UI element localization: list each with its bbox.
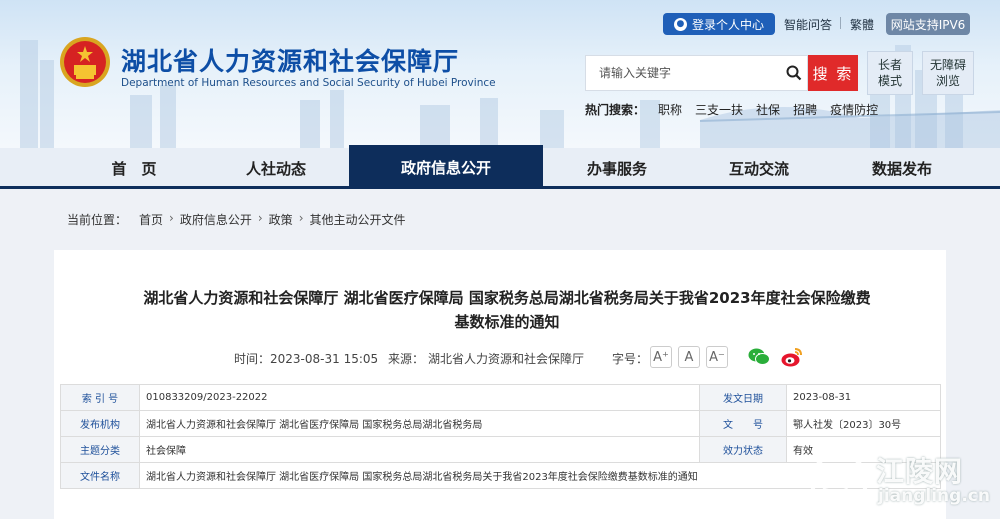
font-normal-button[interactable]: A <box>678 346 700 368</box>
divider <box>840 17 841 29</box>
topic-value: 社会保障 <box>139 436 700 463</box>
search-input[interactable] <box>586 56 776 90</box>
ipv6-badge: 网站支持IPV6 <box>886 13 970 35</box>
elder-mode-label-1: 长者 <box>877 58 902 72</box>
doc-number-value: 鄂人社发〔2023〕30号 <box>786 410 941 437</box>
topic-label: 主题分类 <box>60 436 140 463</box>
traditional-chinese-link[interactable]: 繁體 <box>850 16 874 33</box>
nav-item-news[interactable]: 人社动态 <box>202 148 350 189</box>
nav-item-services[interactable]: 办事服务 <box>543 148 691 189</box>
hot-search-item[interactable]: 疫情防控 <box>830 101 878 118</box>
source-label: 来源： <box>388 352 425 366</box>
breadcrumb-item[interactable]: 政府信息公开 <box>180 211 252 228</box>
article-source: 来源： 湖北省人力资源和社会保障厅 <box>388 350 584 367</box>
filename-label: 文件名称 <box>60 462 140 489</box>
site-header: 湖北省人力资源和社会保障厅 Department of Human Resour… <box>0 0 1000 148</box>
search-button[interactable]: 搜 索 <box>808 55 858 91</box>
source-value: 湖北省人力资源和社会保障厅 <box>428 352 585 366</box>
nav-item-gov-info[interactable]: 政府信息公开 <box>349 145 543 189</box>
hot-search-item[interactable]: 三支一扶 <box>695 101 743 118</box>
elder-mode-button[interactable]: 长者 模式 <box>867 51 913 95</box>
table-row: 索 引 号 010833209/2023-22022 发文日期 2023-08-… <box>60 384 941 411</box>
weibo-share-icon[interactable] <box>780 345 804 369</box>
chevron-right-icon: › <box>298 211 304 225</box>
jiangling-watermark: 江陵网 jiangling.cn <box>808 446 998 516</box>
hot-search-label: 热门搜索： <box>585 103 646 117</box>
search-icon[interactable] <box>786 65 802 81</box>
hot-search-item[interactable]: 职称 <box>658 101 682 118</box>
site-title[interactable]: 湖北省人力资源和社会保障厅 <box>121 42 459 78</box>
publish-time: 时间：2023-08-31 15:05 <box>234 350 378 367</box>
wechat-share-icon[interactable] <box>747 345 771 369</box>
breadcrumb-item[interactable]: 首页 <box>139 211 163 228</box>
doc-number-label: 文 号 <box>699 410 787 437</box>
index-label: 索 引 号 <box>60 384 140 411</box>
date-value: 2023-08-31 <box>786 384 941 411</box>
elder-mode-label-2: 模式 <box>877 74 902 88</box>
publish-time-label: 时间： <box>234 352 271 366</box>
breadcrumb-item[interactable]: 其他主动公开文件 <box>310 211 406 228</box>
accessibility-label-2: 浏览 <box>935 74 960 88</box>
font-decrease-button[interactable]: A⁻ <box>706 346 728 368</box>
publish-time-value: 2023-08-31 15:05 <box>270 352 379 366</box>
nav-item-interaction[interactable]: 互动交流 <box>685 148 833 189</box>
article-title-line: 湖北省人力资源和社会保障厅 湖北省医疗保障局 国家税务总局湖北省税务局关于我省2… <box>143 289 871 307</box>
smart-qa-link[interactable]: 智能问答 <box>784 16 832 33</box>
font-increase-button[interactable]: A⁺ <box>650 346 672 368</box>
breadcrumb-item[interactable]: 政策 <box>269 211 293 228</box>
article-title: 湖北省人力资源和社会保障厅 湖北省医疗保障局 国家税务总局湖北省税务局关于我省2… <box>111 286 903 334</box>
login-button[interactable]: ● 登录个人中心 <box>663 13 775 35</box>
breadcrumb: 当前位置： 首页 › 政府信息公开 › 政策 › 其他主动公开文件 <box>67 211 406 228</box>
index-value: 010833209/2023-22022 <box>139 384 700 411</box>
nav-item-home[interactable]: 首 页 <box>60 148 208 189</box>
org-value: 湖北省人力资源和社会保障厅 湖北省医疗保障局 国家税务总局湖北省税务局 <box>139 410 700 437</box>
org-label: 发布机构 <box>60 410 140 437</box>
national-emblem-logo <box>60 37 110 87</box>
search-box <box>585 55 808 91</box>
date-label: 发文日期 <box>699 384 787 411</box>
accessibility-label-1: 无障碍 <box>929 58 966 72</box>
article-title-line: 基数标准的通知 <box>454 313 560 331</box>
watermark-text: 江陵网 <box>876 455 964 488</box>
status-label: 效力状态 <box>699 436 787 463</box>
font-size-label: 字号： <box>612 352 649 366</box>
login-label: 登录个人中心 <box>691 17 764 32</box>
user-icon: ● <box>673 17 687 31</box>
table-row: 发布机构 湖北省人力资源和社会保障厅 湖北省医疗保障局 国家税务总局湖北省税务局… <box>60 410 941 437</box>
breadcrumb-label: 当前位置： <box>67 213 128 227</box>
jiangling-logo-icon <box>810 452 868 510</box>
accessibility-button[interactable]: 无障碍 浏览 <box>922 51 974 95</box>
site-subtitle: Department of Human Resources and Social… <box>121 77 496 89</box>
hot-search: 热门搜索： 职称 三支一扶 社保 招聘 疫情防控 <box>585 101 878 118</box>
chevron-right-icon: › <box>257 211 263 225</box>
chevron-right-icon: › <box>169 211 174 225</box>
watermark-url: jiangling.cn <box>878 486 990 506</box>
hot-search-item[interactable]: 社保 <box>756 101 780 118</box>
hot-search-item[interactable]: 招聘 <box>793 101 817 118</box>
main-nav: 首 页 人社动态 政府信息公开 办事服务 互动交流 数据发布 <box>0 145 1000 189</box>
nav-item-data[interactable]: 数据发布 <box>828 148 976 189</box>
